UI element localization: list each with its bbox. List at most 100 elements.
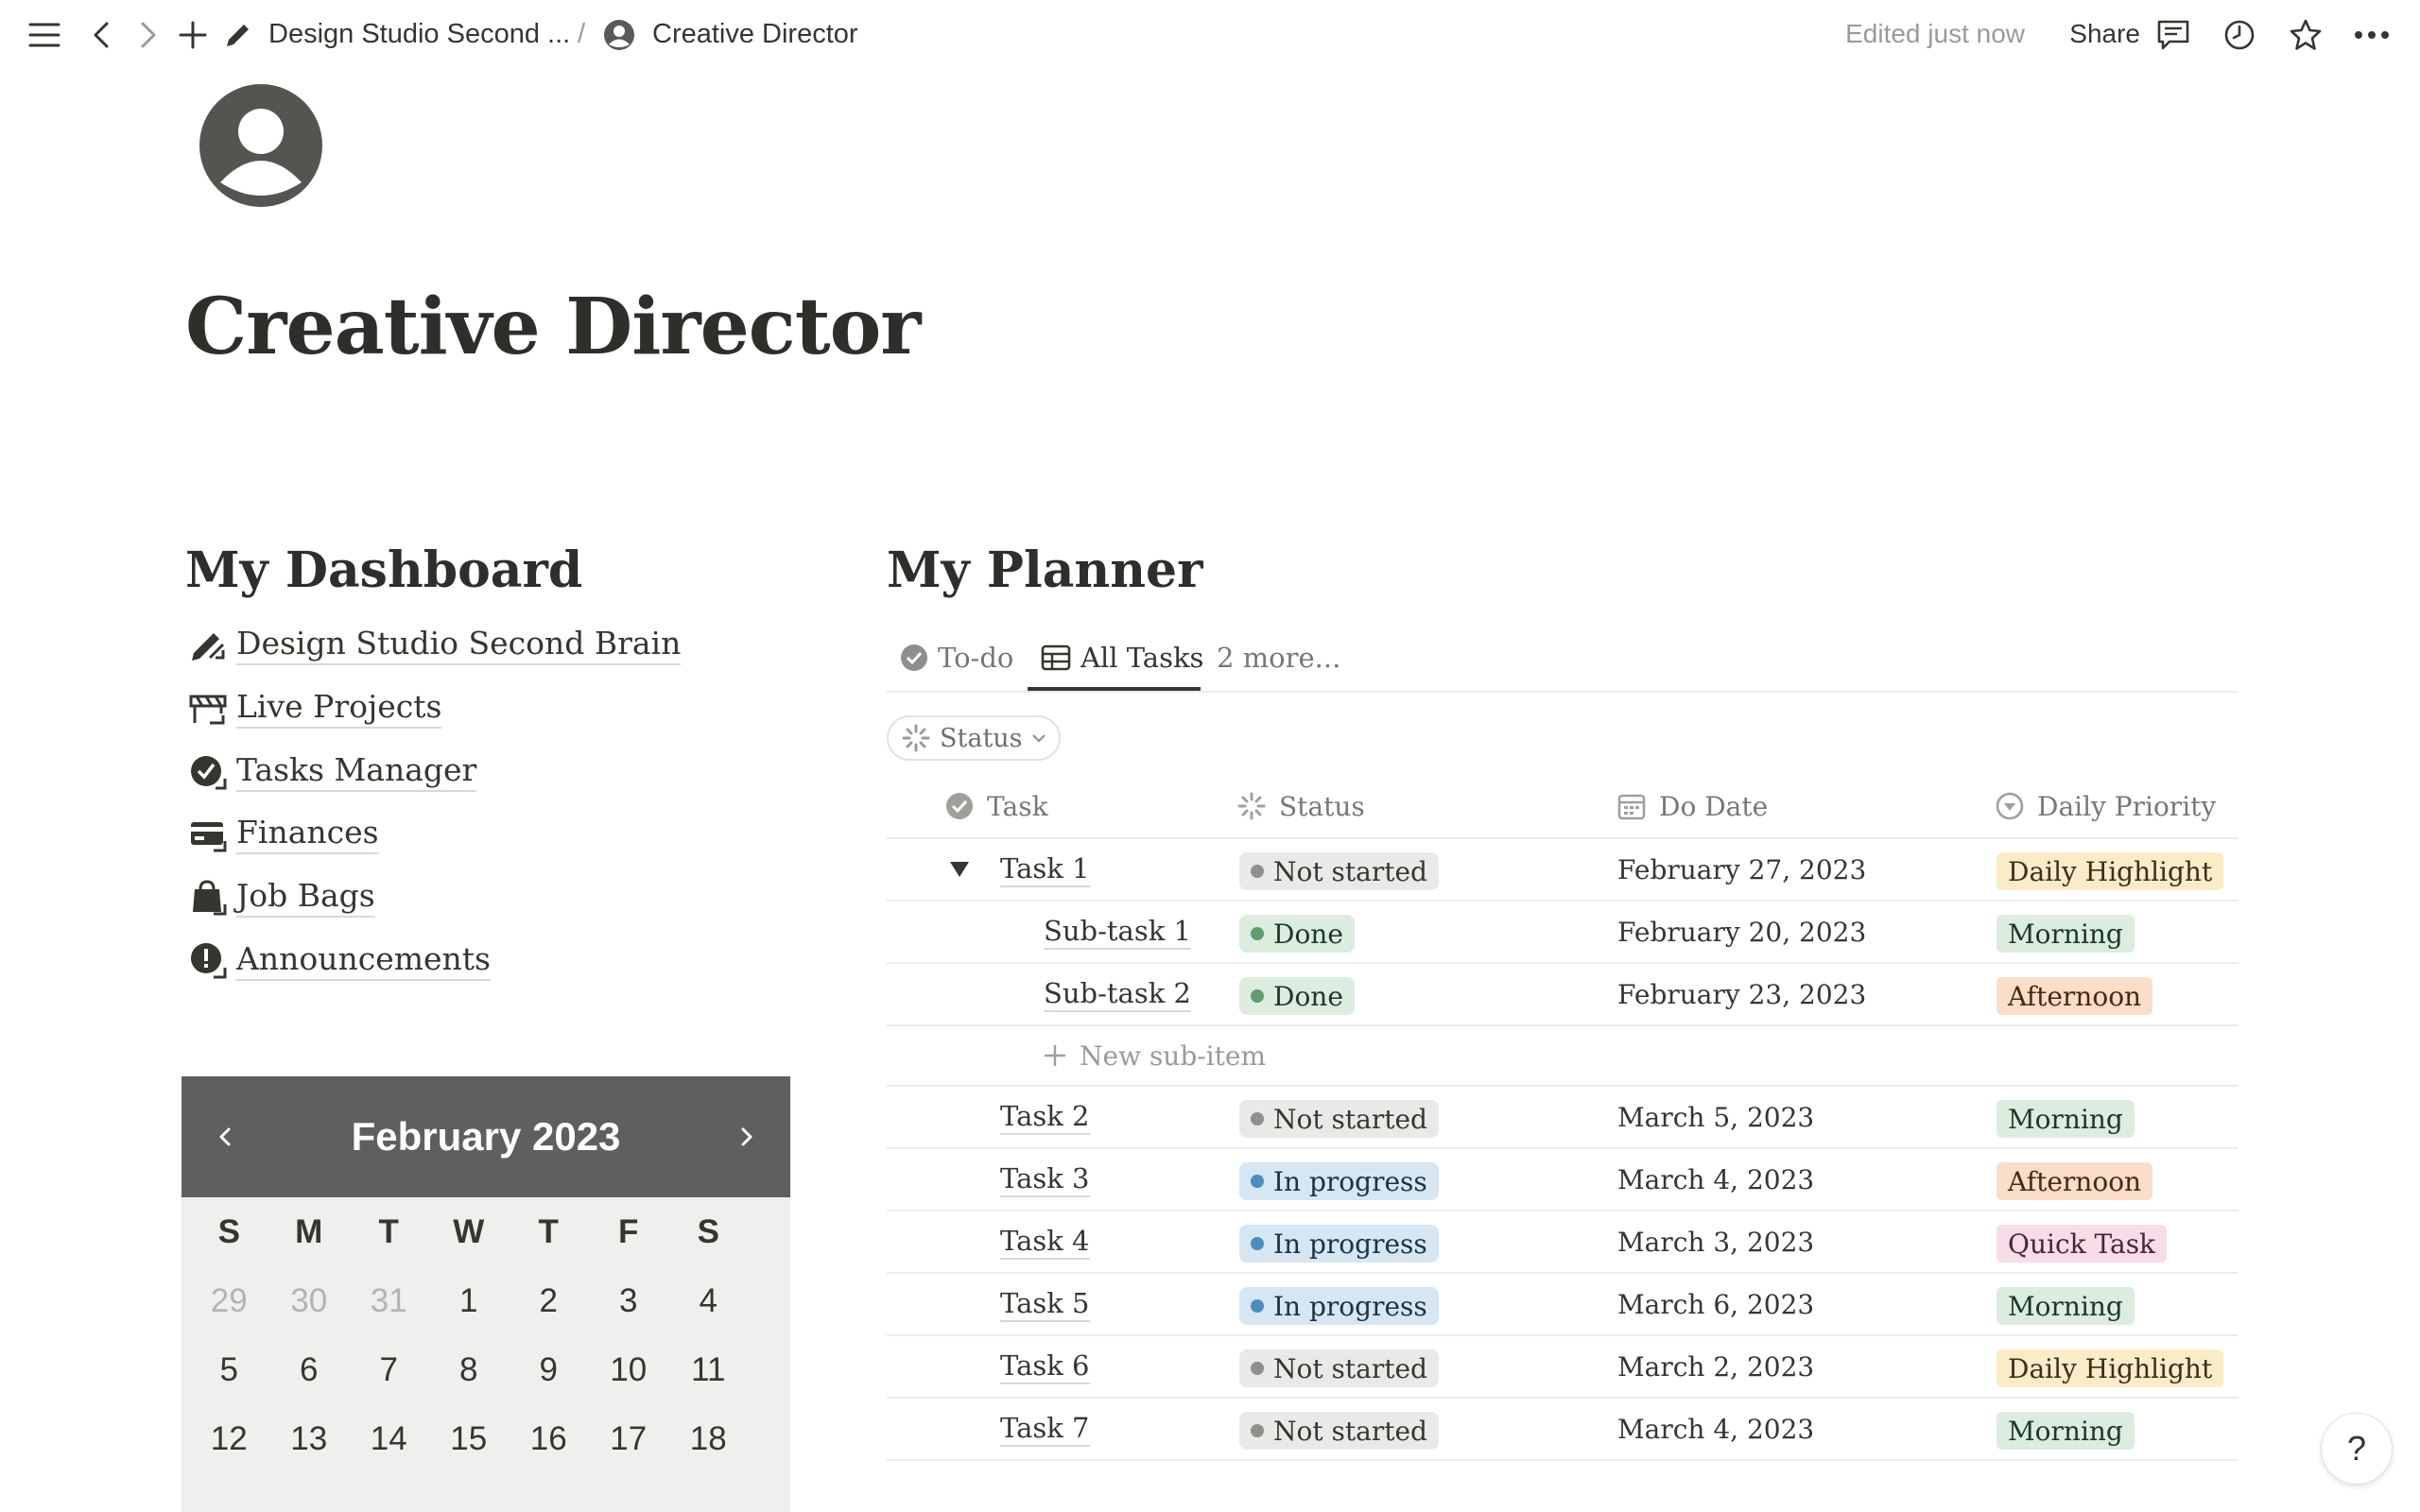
- help-button[interactable]: ?: [2321, 1413, 2393, 1485]
- calendar-day[interactable]: 30: [269, 1282, 350, 1320]
- task-title[interactable]: Task 2: [1000, 1087, 1090, 1147]
- dashboard-link-finances[interactable]: Finances: [187, 807, 379, 860]
- tab-todo[interactable]: To-do: [900, 624, 1013, 692]
- table-row[interactable]: Task 3 In progress March 4, 2023 Afterno…: [887, 1149, 2238, 1211]
- calendar-widget: February 2023 S M T W T F S 29 30 31 1 2…: [182, 1076, 790, 1512]
- share-button[interactable]: Share: [2069, 15, 2140, 53]
- tab-all-tasks[interactable]: All Tasks: [1041, 624, 1203, 692]
- menu-icon[interactable]: [26, 17, 62, 53]
- more-options-icon[interactable]: [2354, 17, 2390, 53]
- task-title[interactable]: Sub-task 1: [1044, 902, 1191, 962]
- calendar-day[interactable]: 4: [668, 1282, 749, 1320]
- calendar-day[interactable]: 17: [589, 1420, 669, 1458]
- dashboard-link-live-projects[interactable]: Live Projects: [187, 681, 442, 734]
- table-row[interactable]: Task 1 Not started February 27, 2023 Dai…: [887, 839, 2238, 902]
- status-badge[interactable]: In progress: [1239, 1287, 1439, 1325]
- calendar-day[interactable]: 31: [349, 1282, 429, 1320]
- calendar-day[interactable]: 12: [189, 1420, 269, 1458]
- status-badge[interactable]: Done: [1239, 915, 1355, 953]
- dashboard-link-job-bags[interactable]: Job Bags: [187, 870, 375, 923]
- status-badge[interactable]: Not started: [1239, 852, 1439, 890]
- column-daily-priority[interactable]: Daily Priority: [1996, 775, 2216, 837]
- table-row[interactable]: Sub-task 1 Done February 20, 2023 Mornin…: [887, 902, 2238, 964]
- column-task[interactable]: Task: [945, 775, 1048, 837]
- priority-badge[interactable]: Morning: [1996, 915, 2135, 953]
- task-title[interactable]: Task 7: [1000, 1399, 1090, 1459]
- calendar-day[interactable]: 13: [269, 1420, 350, 1458]
- task-title[interactable]: Task 3: [1000, 1149, 1090, 1210]
- table-row[interactable]: Task 6 Not started March 2, 2023 Daily H…: [887, 1336, 2238, 1399]
- do-date[interactable]: March 4, 2023: [1617, 1399, 1814, 1459]
- calendar-day[interactable]: 10: [589, 1351, 669, 1389]
- status-badge[interactable]: Not started: [1239, 1412, 1439, 1450]
- task-title[interactable]: Task 4: [1000, 1211, 1090, 1272]
- forward-arrow-icon[interactable]: [130, 17, 166, 53]
- task-title[interactable]: Task 5: [1000, 1274, 1090, 1334]
- priority-badge[interactable]: Daily Highlight: [1996, 852, 2224, 890]
- priority-badge[interactable]: Morning: [1996, 1100, 2135, 1138]
- do-date[interactable]: February 23, 2023: [1617, 964, 1866, 1024]
- status-badge[interactable]: Done: [1239, 977, 1355, 1015]
- do-date[interactable]: March 4, 2023: [1617, 1149, 1814, 1210]
- weekday-label: M: [295, 1212, 323, 1250]
- task-title[interactable]: Task 6: [1000, 1336, 1090, 1397]
- dashboard-link-announcements[interactable]: Announcements: [187, 934, 491, 987]
- priority-badge[interactable]: Quick Task: [1996, 1225, 2168, 1263]
- table-row[interactable]: Task 7 Not started March 4, 2023 Morning: [887, 1399, 2238, 1461]
- new-sub-item-row[interactable]: New sub-item: [887, 1026, 2238, 1087]
- table-header: Task Status Do Date Daily Priority: [887, 775, 2238, 839]
- calendar-day[interactable]: 16: [509, 1420, 589, 1458]
- calendar-day[interactable]: 6: [269, 1351, 350, 1389]
- table-row[interactable]: Task 5 In progress March 6, 2023 Morning: [887, 1274, 2238, 1336]
- calendar-day[interactable]: 5: [189, 1351, 269, 1389]
- dashboard-link-tasks-manager[interactable]: Tasks Manager: [187, 745, 477, 798]
- do-date[interactable]: March 5, 2023: [1617, 1087, 1814, 1147]
- calendar-day[interactable]: 3: [589, 1282, 669, 1320]
- status-badge[interactable]: Not started: [1239, 1349, 1439, 1387]
- status-filter-button[interactable]: Status: [887, 715, 1061, 761]
- calendar-day[interactable]: 9: [509, 1351, 589, 1389]
- priority-badge[interactable]: Daily Highlight: [1996, 1349, 2224, 1387]
- calendar-day[interactable]: 18: [668, 1420, 749, 1458]
- calendar-next-icon[interactable]: [728, 1118, 766, 1156]
- calendar-day[interactable]: 2: [509, 1282, 589, 1320]
- calendar-day[interactable]: 29: [189, 1282, 269, 1320]
- calendar-day[interactable]: 1: [429, 1282, 510, 1320]
- comment-icon[interactable]: [2155, 17, 2191, 53]
- do-date[interactable]: March 6, 2023: [1617, 1274, 1814, 1334]
- edited-status: Edited just now: [1845, 19, 2025, 48]
- priority-badge[interactable]: Morning: [1996, 1412, 2135, 1450]
- task-title[interactable]: Task 1: [1000, 839, 1090, 900]
- priority-badge[interactable]: Morning: [1996, 1287, 2135, 1325]
- do-date[interactable]: February 27, 2023: [1617, 839, 1866, 900]
- breadcrumb-current[interactable]: Creative Director: [652, 15, 858, 53]
- star-icon[interactable]: [2288, 17, 2324, 53]
- do-date[interactable]: March 2, 2023: [1617, 1336, 1814, 1397]
- calendar-day[interactable]: 14: [349, 1420, 429, 1458]
- do-date[interactable]: March 3, 2023: [1617, 1211, 1814, 1272]
- breadcrumb-parent[interactable]: Design Studio Second ...: [268, 15, 570, 53]
- status-badge[interactable]: In progress: [1239, 1225, 1439, 1263]
- back-arrow-icon[interactable]: [83, 17, 119, 53]
- table-row[interactable]: Task 2 Not started March 5, 2023 Morning: [887, 1087, 2238, 1149]
- calendar-prev-icon[interactable]: [206, 1118, 244, 1156]
- status-badge[interactable]: Not started: [1239, 1100, 1439, 1138]
- calendar-day[interactable]: 15: [429, 1420, 510, 1458]
- dashboard-link-second-brain[interactable]: Design Studio Second Brain: [187, 618, 682, 671]
- do-date[interactable]: February 20, 2023: [1617, 902, 1866, 962]
- table-row[interactable]: Task 4 In progress March 3, 2023 Quick T…: [887, 1211, 2238, 1274]
- priority-badge[interactable]: Afternoon: [1996, 1162, 2153, 1200]
- column-status[interactable]: Status: [1237, 775, 1365, 837]
- calendar-day[interactable]: 11: [668, 1351, 749, 1389]
- priority-badge[interactable]: Afternoon: [1996, 977, 2153, 1015]
- tab-more[interactable]: 2 more...: [1217, 624, 1340, 692]
- expand-toggle-icon[interactable]: [949, 839, 970, 900]
- table-row[interactable]: Sub-task 2 Done February 23, 2023 Aftern…: [887, 964, 2238, 1026]
- column-do-date[interactable]: Do Date: [1617, 775, 1768, 837]
- status-badge[interactable]: In progress: [1239, 1162, 1439, 1200]
- add-page-icon[interactable]: [175, 17, 211, 53]
- task-title[interactable]: Sub-task 2: [1044, 964, 1191, 1024]
- history-clock-icon[interactable]: [2221, 17, 2257, 53]
- calendar-day[interactable]: 7: [349, 1351, 429, 1389]
- calendar-day[interactable]: 8: [429, 1351, 510, 1389]
